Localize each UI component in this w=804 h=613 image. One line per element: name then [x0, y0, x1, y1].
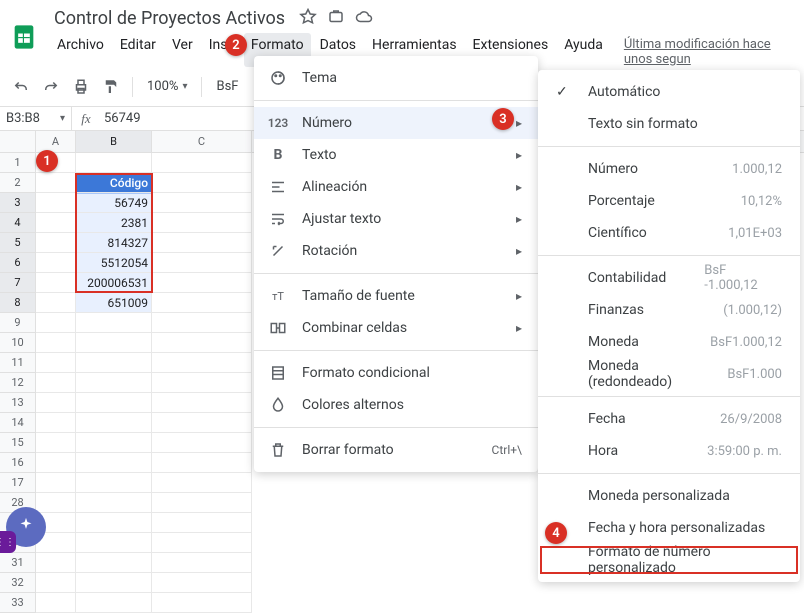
mi-texto[interactable]: B Texto ▸	[254, 139, 538, 171]
mi-fuente[interactable]: тT Tamaño de fuente ▸	[254, 280, 538, 312]
row-14[interactable]: 14	[0, 413, 36, 433]
smi-cdate[interactable]: Fecha y hora personalizadas	[538, 512, 800, 544]
cell-B4[interactable]: 2381	[76, 213, 152, 233]
clear-icon	[268, 441, 288, 459]
menu-archivo[interactable]: Archivo	[50, 33, 111, 67]
row-7[interactable]: 7	[0, 273, 36, 293]
cell-B8[interactable]: 651009	[76, 293, 152, 313]
numero-submenu: ✓ Automático Texto sin formato Número1.0…	[538, 70, 800, 582]
smi-monr[interactable]: Moneda (redondeado)BsF1.000	[538, 358, 800, 390]
paintformat-icon[interactable]	[98, 74, 124, 100]
menu-ver[interactable]: Ver	[165, 33, 200, 67]
corner-cell[interactable]	[0, 131, 36, 152]
altcolors-icon	[268, 396, 288, 414]
redo-icon[interactable]	[38, 74, 64, 100]
row-5[interactable]: 5	[0, 233, 36, 253]
last-edit-link[interactable]: Última modificación hace unos segun	[624, 33, 794, 67]
row-1[interactable]: 1	[0, 153, 36, 173]
mi-colores[interactable]: Colores alternos	[254, 389, 538, 421]
row-6[interactable]: 6	[0, 253, 36, 273]
smi-cmon[interactable]: Moneda personalizada	[538, 480, 800, 512]
zoom-select[interactable]: 100%▾	[141, 79, 193, 94]
name-box[interactable]: B3:B8▾	[0, 107, 72, 130]
smi-numero[interactable]: Número1.000,12	[538, 153, 800, 185]
separator	[201, 77, 202, 97]
col-A[interactable]: A	[36, 131, 76, 152]
cell-B2[interactable]: Código	[76, 173, 152, 193]
smi-mon[interactable]: MonedaBsF1.000,12	[538, 326, 800, 358]
wrap-icon	[268, 210, 288, 228]
smi-cont[interactable]: ContabilidadBsF -1.000,12	[538, 262, 800, 294]
check-icon: ✓	[556, 84, 574, 100]
row-9[interactable]: 9	[0, 313, 36, 333]
chevron-right-icon: ▸	[516, 116, 522, 130]
row-11[interactable]: 11	[0, 353, 36, 373]
currency-button[interactable]: BsF	[210, 79, 244, 94]
cell-B3[interactable]: 56749	[76, 193, 152, 213]
smi-sci[interactable]: Científico1,01E+03	[538, 217, 800, 249]
smi-fin[interactable]: Finanzas(1.000,12)	[538, 294, 800, 326]
doc-title[interactable]: Control de Proyectos Activos	[50, 6, 289, 31]
move-icon[interactable]	[327, 8, 345, 30]
row-17[interactable]: 17	[0, 473, 36, 493]
row-10[interactable]: 10	[0, 333, 36, 353]
row-13[interactable]: 13	[0, 393, 36, 413]
menu-ayuda[interactable]: Ayuda	[557, 33, 610, 67]
grid-toggle-icon[interactable]: ⋮⋮	[0, 531, 16, 553]
sheets-logo[interactable]	[6, 19, 42, 55]
mi-combinar[interactable]: Combinar celdas ▸	[254, 312, 538, 344]
smi-cnum[interactable]: Formato de número personalizado	[538, 544, 800, 576]
separator	[132, 77, 133, 97]
smi-hora[interactable]: Hora3:59:00 p. m.	[538, 435, 800, 467]
fontsize-icon: тT	[268, 290, 288, 303]
conditional-icon	[268, 364, 288, 382]
cell-B5[interactable]: 814327	[76, 233, 152, 253]
merge-icon	[268, 319, 288, 337]
row-4[interactable]: 4	[0, 213, 36, 233]
row-32[interactable]: 32	[0, 573, 36, 593]
print-icon[interactable]	[68, 74, 94, 100]
row-16[interactable]: 16	[0, 453, 36, 473]
mi-ajustar[interactable]: Ajustar texto ▸	[254, 203, 538, 235]
title-row: Control de Proyectos Activos	[50, 6, 794, 31]
fx-icon[interactable]: fx	[72, 111, 100, 127]
mi-tema[interactable]: Tema	[254, 62, 538, 94]
mi-condicional[interactable]: Formato condicional	[254, 357, 538, 389]
row-2[interactable]: 2	[0, 173, 36, 193]
smi-auto[interactable]: ✓ Automático	[538, 76, 800, 108]
col-C[interactable]: C	[152, 131, 252, 152]
mi-rotacion[interactable]: Rotación ▸	[254, 235, 538, 267]
row-12[interactable]: 12	[0, 373, 36, 393]
row-3[interactable]: 3	[0, 193, 36, 213]
callout-2: 2	[225, 34, 247, 56]
smi-pct[interactable]: Porcentaje10,12%	[538, 185, 800, 217]
number-icon: 123	[268, 116, 288, 130]
bold-icon: B	[268, 147, 288, 163]
callout-4: 4	[545, 522, 567, 544]
callout-1: 1	[36, 150, 58, 172]
cell-B6[interactable]: 5512054	[76, 253, 152, 273]
undo-icon[interactable]	[8, 74, 34, 100]
theme-icon	[268, 69, 288, 87]
smi-fecha[interactable]: Fecha26/9/2008	[538, 403, 800, 435]
mi-borrar[interactable]: Borrar formato Ctrl+\	[254, 434, 538, 466]
rotate-icon	[268, 242, 288, 260]
star-icon[interactable]	[299, 8, 317, 30]
mi-alineacion[interactable]: Alineación ▸	[254, 171, 538, 203]
align-icon	[268, 178, 288, 196]
row-8[interactable]: 8	[0, 293, 36, 313]
smi-plain[interactable]: Texto sin formato	[538, 108, 800, 140]
cloud-icon[interactable]	[355, 8, 373, 30]
row-31[interactable]: 31	[0, 553, 36, 573]
cell-B7[interactable]: 200006531	[76, 273, 152, 293]
row-15[interactable]: 15	[0, 433, 36, 453]
col-B[interactable]: B	[76, 131, 152, 152]
callout-3: 3	[492, 108, 514, 130]
row-33[interactable]: 33	[0, 593, 36, 613]
menu-editar[interactable]: Editar	[113, 33, 163, 67]
